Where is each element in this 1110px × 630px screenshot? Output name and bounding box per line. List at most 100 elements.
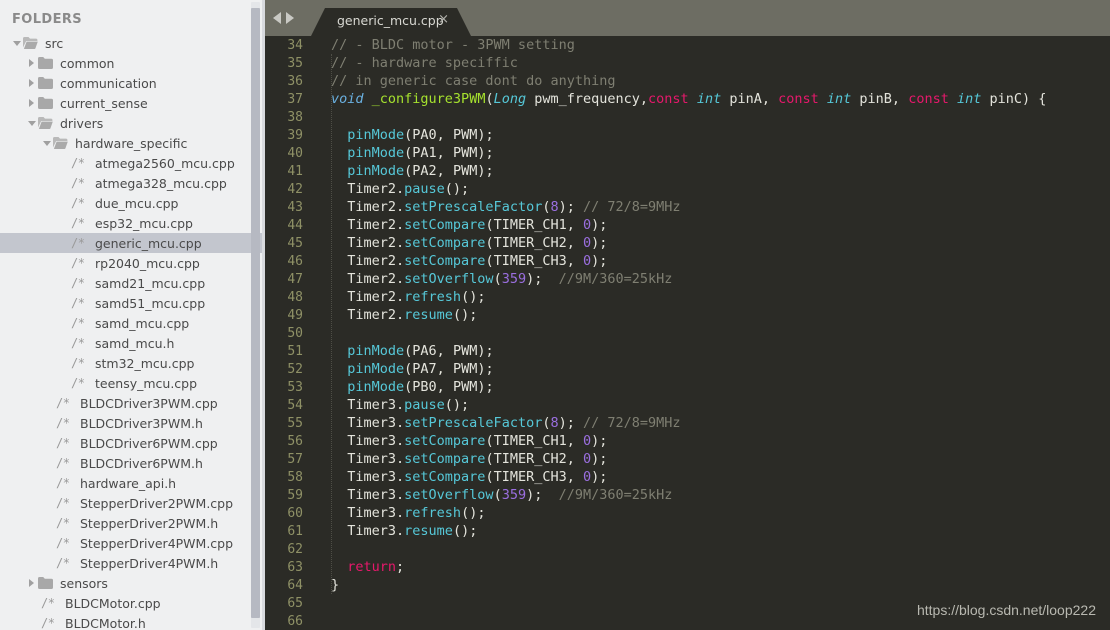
code-line: 45 Timer2.setCompare(TIMER_CH2, 0);	[265, 234, 1110, 252]
sidebar-scrollbar-thumb[interactable]	[251, 8, 260, 618]
tree-folder-src[interactable]: src	[0, 33, 265, 53]
code-line-text[interactable]: Timer2.resume();	[313, 307, 477, 323]
code-line-text[interactable]: Timer3.setOverflow(359); //9M/360=25kHz	[313, 487, 672, 503]
nav-back-icon[interactable]	[273, 12, 281, 24]
tree-file-samd-mcu-cpp[interactable]: /* samd_mcu.cpp	[0, 313, 265, 333]
code-token: ();	[461, 505, 486, 521]
code-line-text[interactable]: Timer2.setCompare(TIMER_CH1, 0);	[313, 217, 607, 233]
code-token: (TIMER_CH2,	[485, 451, 583, 467]
file-tree: src common communication current_sensedrive…	[0, 33, 265, 630]
source-file-icon: /*	[71, 156, 85, 170]
tree-file-bldcdriver3pwm-h[interactable]: /* BLDCDriver3PWM.h	[0, 413, 265, 433]
code-line-text[interactable]: pinMode(PA6, PWM);	[313, 343, 493, 359]
code-line-text[interactable]: Timer3.setPrescaleFactor(8); // 72/8=9MH…	[313, 415, 680, 431]
code-line-text[interactable]: pinMode(PA1, PWM);	[313, 145, 493, 161]
code-line: 61 Timer3.resume();	[265, 522, 1110, 540]
tree-file-samd-mcu-h[interactable]: /* samd_mcu.h	[0, 333, 265, 353]
tree-file-stm32-mcu-cpp[interactable]: /* stm32_mcu.cpp	[0, 353, 265, 373]
tree-file-bldcdriver6pwm-h[interactable]: /* BLDCDriver6PWM.h	[0, 453, 265, 473]
tree-file-bldcdriver3pwm-cpp[interactable]: /* BLDCDriver3PWM.cpp	[0, 393, 265, 413]
tree-file-bldcdriver6pwm-cpp[interactable]: /* BLDCDriver6PWM.cpp	[0, 433, 265, 453]
code-line-text[interactable]: Timer2.setCompare(TIMER_CH2, 0);	[313, 235, 607, 251]
code-line: 64}	[265, 576, 1110, 594]
code-token: //9M/360=25kHz	[558, 271, 673, 287]
code-line-text[interactable]: Timer2.refresh();	[313, 289, 485, 305]
source-file-icon: /*	[71, 356, 85, 370]
tab-nav-arrows[interactable]	[273, 0, 294, 36]
code-line-text[interactable]: Timer2.setCompare(TIMER_CH3, 0);	[313, 253, 607, 269]
sublime-text-window: FOLDERS src common communication current_se…	[0, 0, 1110, 630]
tree-file-stepperdriver4pwm-h[interactable]: /* StepperDriver4PWM.h	[0, 553, 265, 573]
chevron-right-icon[interactable]	[25, 79, 38, 87]
code-line-text[interactable]: pinMode(PA0, PWM);	[313, 127, 493, 143]
code-line-text[interactable]: Timer2.pause();	[313, 181, 469, 197]
tree-folder-drivers[interactable]: drivers	[0, 113, 265, 133]
tree-file-hardware-api-h[interactable]: /* hardware_api.h	[0, 473, 265, 493]
code-line: 40 pinMode(PA1, PWM);	[265, 144, 1110, 162]
code-line-text[interactable]: // in generic case dont do anything	[313, 73, 615, 89]
tree-file-bldcmotor-h[interactable]: /* BLDCMotor.h	[0, 613, 265, 630]
code-line-text[interactable]: Timer2.setPrescaleFactor(8); // 72/8=9MH…	[313, 199, 680, 215]
tree-file-generic-mcu-cpp[interactable]: /* generic_mcu.cpp	[0, 233, 265, 253]
chevron-right-icon[interactable]	[25, 59, 38, 67]
code-token: pinMode	[347, 379, 405, 395]
line-number: 42	[287, 181, 303, 197]
close-icon[interactable]: ×	[438, 12, 449, 27]
code-line: 58 Timer3.setCompare(TIMER_CH3, 0);	[265, 468, 1110, 486]
chevron-down-icon[interactable]	[10, 40, 23, 46]
tree-file-rp2040-mcu-cpp[interactable]: /* rp2040_mcu.cpp	[0, 253, 265, 273]
tree-file-esp32-mcu-cpp[interactable]: /* esp32_mcu.cpp	[0, 213, 265, 233]
tree-file-bldcmotor-cpp[interactable]: /* BLDCMotor.cpp	[0, 593, 265, 613]
tree-folder-current_sense[interactable]: current_sense	[0, 93, 265, 113]
chevron-down-icon[interactable]	[25, 120, 38, 126]
line-number: 47	[287, 271, 303, 287]
code-line-text[interactable]: pinMode(PA2, PWM);	[313, 163, 493, 179]
code-token: 359	[501, 271, 527, 287]
code-token: resume	[404, 523, 453, 539]
tree-item-label: current_sense	[60, 95, 148, 111]
code-line-text[interactable]: Timer3.refresh();	[313, 505, 485, 521]
code-line-text[interactable]: pinMode(PA7, PWM);	[313, 361, 493, 377]
tree-item-label: common	[60, 55, 115, 71]
tab-generic-mcu-cpp[interactable]: generic_mcu.cpp ×	[311, 8, 471, 36]
code-line-text[interactable]: // - hardware speciffic	[313, 55, 518, 71]
source-file-icon: /*	[56, 456, 70, 470]
code-line-text[interactable]: Timer2.setOverflow(359); //9M/360=25kHz	[313, 271, 672, 287]
tree-file-samd21-mcu-cpp[interactable]: /* samd21_mcu.cpp	[0, 273, 265, 293]
code-line-text[interactable]: Timer3.pause();	[313, 397, 469, 413]
tree-folder-hardware_specific[interactable]: hardware_specific	[0, 133, 265, 153]
code-line-text[interactable]: Timer3.resume();	[313, 523, 477, 539]
chevron-down-icon[interactable]	[40, 140, 53, 146]
code-line-text[interactable]: Timer3.setCompare(TIMER_CH1, 0);	[313, 433, 607, 449]
code-line-text[interactable]: pinMode(PB0, PWM);	[313, 379, 493, 395]
tree-item-label: BLDCMotor.cpp	[65, 595, 161, 611]
code-view[interactable]: 34 // - BLDC motor - 3PWM setting 35 // - h…	[265, 36, 1110, 630]
code-token: pinMode	[347, 127, 405, 143]
code-line-text[interactable]: Timer3.setCompare(TIMER_CH3, 0);	[313, 469, 607, 485]
chevron-right-icon[interactable]	[25, 579, 38, 587]
code-line-text[interactable]: Timer3.setCompare(TIMER_CH2, 0);	[313, 451, 607, 467]
tree-file-due-mcu-cpp[interactable]: /* due_mcu.cpp	[0, 193, 265, 213]
code-line-text[interactable]: // - BLDC motor - 3PWM setting	[313, 37, 575, 53]
source-file-icon: /*	[56, 476, 70, 490]
code-line: 34 // - BLDC motor - 3PWM setting	[265, 36, 1110, 54]
tree-file-stepperdriver2pwm-h[interactable]: /* StepperDriver2PWM.h	[0, 513, 265, 533]
code-line-text[interactable]: void _configure3PWM(Long pwm_frequency,c…	[313, 91, 1046, 107]
tree-file-teensy-mcu-cpp[interactable]: /* teensy_mcu.cpp	[0, 373, 265, 393]
nav-forward-icon[interactable]	[286, 12, 294, 24]
tree-item-label: samd_mcu.h	[95, 335, 175, 351]
tree-file-atmega2560-mcu-cpp[interactable]: /* atmega2560_mcu.cpp	[0, 153, 265, 173]
code-line-text[interactable]: return;	[313, 559, 404, 575]
tree-file-samd51-mcu-cpp[interactable]: /* samd51_mcu.cpp	[0, 293, 265, 313]
folder-closed-icon	[38, 57, 58, 69]
tree-folder-common[interactable]: common	[0, 53, 265, 73]
code-line-text[interactable]: }	[313, 577, 339, 593]
tree-folder-communication[interactable]: communication	[0, 73, 265, 93]
tree-file-stepperdriver4pwm-cpp[interactable]: /* StepperDriver4PWM.cpp	[0, 533, 265, 553]
chevron-right-icon[interactable]	[25, 99, 38, 107]
line-number: 56	[287, 433, 303, 449]
tree-file-atmega328-mcu-cpp[interactable]: /* atmega328_mcu.cpp	[0, 173, 265, 193]
tree-folder-sensors[interactable]: sensors	[0, 573, 265, 593]
tree-file-stepperdriver2pwm-cpp[interactable]: /* StepperDriver2PWM.cpp	[0, 493, 265, 513]
